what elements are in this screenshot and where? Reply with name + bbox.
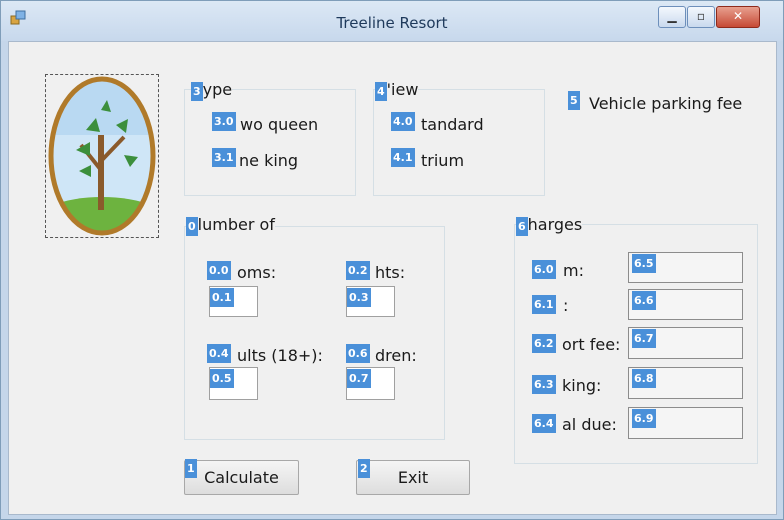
title-bar[interactable]: Treeline Resort ▁ ▫ ✕ [1,1,783,41]
tag-6-2: 6.2 [532,334,556,353]
maximize-icon: ▫ [696,9,706,23]
calculate-button[interactable]: Calculate [184,460,299,495]
tag-0-7: 0.7 [347,369,371,388]
radio-atrium[interactable]: trium [421,151,464,170]
tag-3: 3 [191,82,203,101]
tag-6-4: 6.4 [532,414,556,433]
tag-0-0: 0.0 [207,261,231,280]
radio-one-king[interactable]: ne king [239,151,298,170]
tag-6-6: 6.6 [632,291,656,310]
minimize-icon: ▁ [667,9,677,23]
number-of-groupbox [184,226,445,440]
tag-6-7: 6.7 [632,329,656,348]
app-window: Treeline Resort ▁ ▫ ✕ 3ype 3.0 wo queen [0,0,784,520]
radio-two-queen[interactable]: wo queen [240,115,318,134]
tag-0: 0 [186,217,198,236]
total-due-label: al due: [562,415,617,434]
tag-0-2: 0.2 [346,261,370,280]
tag-3-1: 3.1 [212,148,236,167]
tag-0-5: 0.5 [210,369,234,388]
resort-fee-label: ort fee: [562,335,621,354]
charges-group-label: 6 harges [516,215,583,236]
tag-6: 6 [516,217,528,236]
tag-6-0: 6.0 [532,260,556,279]
minimize-button[interactable]: ▁ [658,6,686,28]
view-groupbox [373,89,545,196]
tree-logo-icon [48,76,156,236]
adults-label: ults (18+): [237,346,323,365]
tag-3-0: 3.0 [212,112,236,131]
tag-2: 2 [358,459,370,478]
tag-4: 4 [375,82,387,101]
view-group-label: 4'iew [375,80,419,101]
room-charge-label: m: [563,261,584,280]
tag-1: 1 [185,459,197,478]
tag-4-0: 4.0 [391,112,415,131]
tag-5: 5 [568,91,580,110]
exit-button[interactable]: Exit [356,460,470,495]
tag-4-1: 4.1 [391,148,415,167]
parking-charge-label: king: [562,376,602,395]
close-button[interactable]: ✕ [716,6,760,28]
type-groupbox [184,89,356,196]
tax-label: : [563,296,569,315]
parking-checkbox[interactable]: Vehicle parking fee [589,94,742,113]
close-icon: ✕ [732,9,744,23]
tag-6-5: 6.5 [632,254,656,273]
radio-standard[interactable]: tandard [421,115,484,134]
maximize-button[interactable]: ▫ [687,6,715,28]
tag-6-1: 6.1 [532,295,556,314]
tag-0-3: 0.3 [347,288,371,307]
tag-6-9: 6.9 [632,409,656,428]
tag-6-8: 6.8 [632,369,656,388]
tag-6-3: 6.3 [532,375,556,394]
number-group-label: 0 lumber of [186,215,275,236]
tag-0-4: 0.4 [207,344,231,363]
nights-label: hts: [375,263,406,282]
rooms-label: oms: [237,263,277,282]
tag-0-6: 0.6 [346,344,370,363]
logo-picture [45,74,159,238]
children-label: dren: [375,346,417,365]
tag-0-1: 0.1 [210,288,234,307]
type-group-label: 3 ype [191,80,233,101]
